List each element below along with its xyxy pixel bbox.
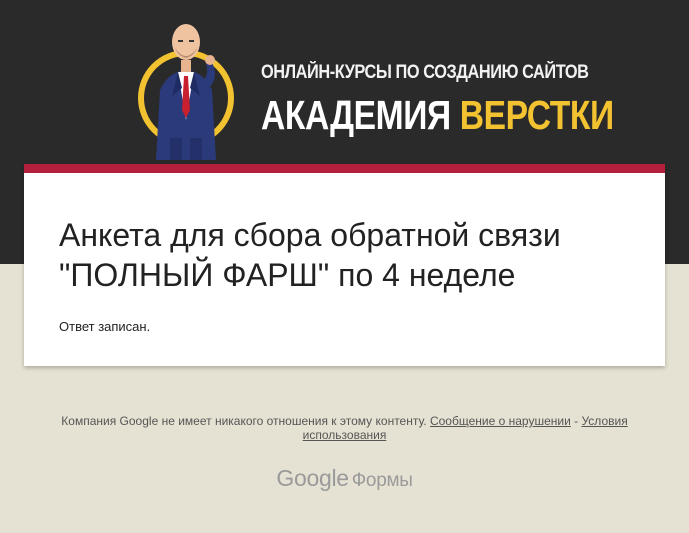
google-wordmark: Google: [276, 465, 349, 491]
brand-subtitle: ОНЛАЙН-КУРСЫ ПО СОЗДАНИЮ САЙТОВ: [261, 62, 589, 83]
form-title: Анкета для сбора обратной связи "ПОЛНЫЙ …: [59, 217, 561, 293]
forms-wordmark: Формы: [351, 470, 413, 491]
brand-title: АКАДЕМИЯ ВЕРСТКИ: [261, 92, 614, 139]
terms-link-part2[interactable]: использования: [303, 428, 387, 442]
footer-disclaimer: Компания Google не имеет никакого отноше…: [40, 414, 649, 442]
footer-separator: -: [574, 414, 579, 428]
disclaimer-text: Компания Google не имеет никакого отноше…: [61, 414, 427, 428]
form-confirmation-card: Анкета для сбора обратной связи "ПОЛНЫЙ …: [24, 164, 665, 366]
brand-title-part1: АКАДЕМИЯ: [261, 92, 460, 138]
academy-logo-icon: [138, 24, 234, 160]
brand-title-part2: ВЕРСТКИ: [459, 92, 615, 138]
header-banner: ОНЛАЙН-КУРСЫ ПО СОЗДАНИЮ САЙТОВ АКАДЕМИЯ…: [0, 0, 689, 165]
report-abuse-link[interactable]: Сообщение о нарушении: [430, 414, 571, 428]
response-recorded-message: Ответ записан.: [59, 319, 151, 334]
terms-link-part1[interactable]: Условия: [581, 414, 627, 428]
google-forms-logo[interactable]: Google Формы: [0, 465, 689, 492]
